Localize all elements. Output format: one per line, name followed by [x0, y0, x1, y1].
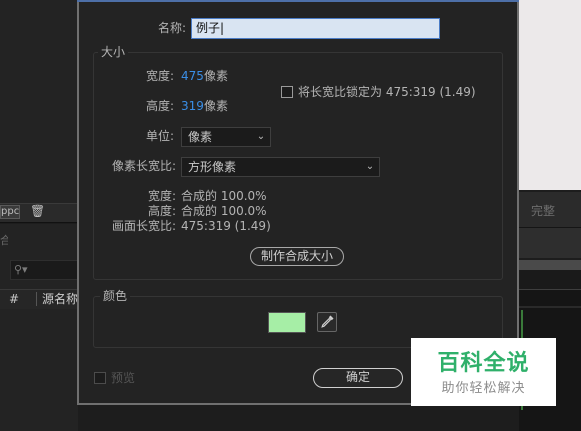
- timeline-ruler: [519, 260, 581, 270]
- trash-icon[interactable]: 🗑: [30, 204, 45, 219]
- chevron-down-icon: ⌄: [256, 131, 266, 142]
- info-width-value: 合成的 100.0%: [181, 189, 267, 203]
- pixel-aspect-select[interactable]: 方形像素: [181, 157, 380, 177]
- width-value[interactable]: 475: [181, 68, 204, 84]
- project-panel-body: [0, 224, 78, 294]
- unit-label: 单位:: [146, 129, 175, 143]
- width-unit: 像素: [204, 69, 229, 83]
- height-label: 高度:: [146, 99, 175, 113]
- height-unit: 像素: [204, 99, 229, 113]
- pixel-aspect-label: 像素长宽比:: [111, 159, 176, 173]
- eyedropper-button[interactable]: [317, 312, 337, 332]
- info-width-label: 宽度:: [147, 189, 176, 203]
- pixel-aspect-value: 方形像素: [188, 160, 237, 174]
- layer-list: [0, 309, 78, 431]
- watermark-title: 百科全说: [437, 351, 530, 376]
- panel-hint-text: 合: [0, 234, 8, 246]
- eyedropper-icon: [321, 315, 334, 328]
- timeline-track-line: [519, 306, 581, 308]
- column-source-name[interactable]: 源名称: [42, 291, 78, 307]
- width-label: 宽度:: [146, 69, 175, 83]
- timeline-header: [519, 270, 581, 289]
- resolution-select[interactable]: 完整: [531, 203, 571, 219]
- frame-aspect-value: 475:319 (1.49): [181, 219, 271, 233]
- info-height-value: 合成的 100.0%: [181, 204, 267, 218]
- project-panel: [0, 0, 78, 205]
- column-number[interactable]: #: [9, 291, 21, 307]
- name-input[interactable]: 例子|: [191, 18, 440, 39]
- preview-label[interactable]: 预览: [111, 370, 135, 386]
- search-icon: ⚲▾: [14, 263, 28, 276]
- bpc-depth-tag[interactable]: ppc: [0, 205, 20, 219]
- height-value[interactable]: 319: [181, 98, 204, 114]
- info-height-label: 高度:: [147, 204, 176, 218]
- viewer-panel: [519, 228, 581, 258]
- column-divider: [36, 292, 37, 306]
- name-input-value: 例子: [196, 21, 221, 35]
- size-group-legend: 大小: [98, 45, 129, 59]
- chevron-down-icon: ⌄: [365, 161, 375, 172]
- unit-select-value: 像素: [188, 130, 213, 144]
- text-cursor: |: [220, 21, 225, 35]
- preview-checkbox[interactable]: [94, 372, 106, 384]
- frame-aspect-label: 画面长宽比:: [111, 219, 176, 233]
- ok-button[interactable]: 确定: [313, 368, 403, 388]
- watermark-subtitle: 助你轻松解决: [441, 381, 526, 396]
- color-group-legend: 颜色: [100, 289, 131, 303]
- make-comp-size-button[interactable]: 制作合成大小: [250, 247, 344, 266]
- dialog-title-line: [77, 0, 519, 2]
- color-swatch[interactable]: [268, 312, 306, 333]
- name-label: 名称:: [157, 21, 186, 35]
- lock-ratio-label[interactable]: 将长宽比锁定为 475:319 (1.49): [298, 84, 476, 100]
- composition-viewer: [519, 0, 581, 190]
- lock-ratio-checkbox[interactable]: [281, 86, 293, 98]
